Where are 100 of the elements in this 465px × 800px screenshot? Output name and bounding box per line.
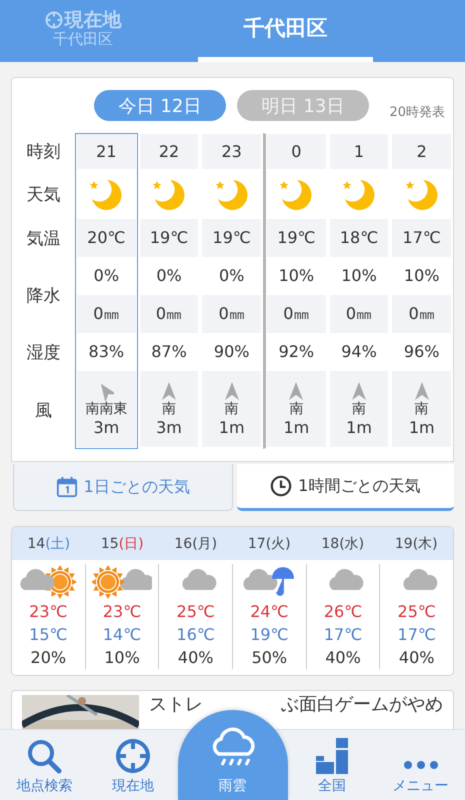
wind-speed: 1m [408, 418, 435, 437]
high-temperature: 23℃ [29, 601, 68, 623]
precip-amount: 0㎜ [346, 304, 372, 324]
temperature: 17℃ [402, 228, 441, 248]
day-tab[interactable]: 今日 12日 [94, 90, 226, 121]
precip-probability: 20% [30, 647, 66, 669]
search-icon [26, 738, 62, 774]
high-temperature: 25℃ [176, 601, 215, 623]
clock-icon [270, 475, 292, 497]
wind-direction: 南南東 [85, 400, 128, 418]
nav-button[interactable]: 地点検索 [0, 730, 89, 800]
low-temperature: 17℃ [398, 624, 436, 646]
nav-button[interactable]: 雨雲 [178, 710, 288, 800]
wind-arrow-icon [224, 380, 240, 401]
low-temperature: 14℃ [102, 624, 142, 646]
crosshair-icon [115, 738, 152, 774]
precip-probability: 0% [94, 266, 120, 286]
humidity: 94% [341, 342, 377, 362]
precip-amount: 0㎜ [156, 304, 182, 324]
hour-value: 0 [291, 142, 302, 161]
precip-amount: 0㎜ [408, 304, 435, 324]
low-temperature: 19℃ [250, 624, 289, 646]
nav-button[interactable]: 全国 [288, 730, 376, 800]
wind-direction: 南 [289, 400, 304, 418]
temperature: 19℃ [277, 228, 316, 248]
day-label: 15(日) [100, 534, 145, 554]
precip-amount: 0㎜ [283, 304, 310, 324]
wind-arrow-icon [414, 380, 430, 401]
wind-speed: 1m [283, 418, 310, 437]
day-label: 14(土) [26, 534, 72, 554]
temperature: 19℃ [150, 228, 188, 248]
wind-direction: 南 [414, 400, 429, 418]
precip-probability: 40% [325, 647, 361, 669]
issued-time: 20時発表 [389, 104, 445, 121]
map-blocks-icon [314, 738, 350, 774]
row-label: 降水 [26, 284, 62, 308]
hour-value: 1 [354, 142, 364, 161]
hour-value: 22 [158, 142, 180, 161]
hour-value: 23 [222, 142, 242, 161]
low-temperature: 15℃ [29, 624, 68, 646]
precip-probability: 0% [156, 266, 182, 286]
row-label: 風 [34, 400, 53, 422]
day-label: 18(水) [320, 534, 366, 554]
high-temperature: 24℃ [250, 601, 289, 623]
wind-direction: 南 [162, 400, 176, 418]
precip-probability: 10% [104, 647, 140, 669]
hour-column[interactable]: 22 19℃ 0% 0㎜ 87% 南 3m [138, 133, 200, 449]
high-temperature: 25℃ [398, 601, 436, 623]
temperature: 19℃ [212, 228, 251, 248]
calendar-icon [56, 476, 78, 498]
row-label: 天気 [26, 184, 62, 206]
hour-column[interactable]: 0 19℃ 10% 0㎜ 92% 南 1m [263, 133, 328, 449]
cloud-sun-icon [18, 564, 78, 600]
row-label: 気温 [26, 228, 62, 250]
hour-column[interactable]: 1 18℃ 10% 0㎜ 94% 南 1m [328, 133, 390, 449]
day-label: 17(火) [246, 534, 292, 554]
view-tab[interactable]: 1日ごとの天気 [13, 464, 232, 511]
high-temperature: 26℃ [324, 601, 362, 623]
day-label: 19(木) [394, 534, 439, 554]
precip-probability: 10% [278, 266, 314, 286]
hour-value: 21 [96, 142, 117, 161]
location-tab[interactable]: 千代田区 [198, 0, 373, 62]
humidity: 87% [151, 342, 187, 362]
wind-arrow-icon [351, 380, 368, 401]
precip-probability: 40% [398, 647, 434, 669]
nav-button[interactable]: 現在地 [88, 730, 178, 800]
wind-speed: 1m [218, 418, 245, 437]
precip-probability: 50% [252, 647, 288, 669]
ad-card[interactable]: ストレ ぶ面白ゲームがやめ [11, 690, 454, 729]
wind-arrow-icon [161, 380, 177, 401]
humidity: 90% [214, 342, 250, 362]
low-temperature: 17℃ [324, 624, 362, 646]
wind-direction: 南 [352, 400, 366, 418]
precip-amount: 0㎜ [93, 304, 120, 324]
humidity: 92% [278, 342, 314, 362]
hour-column[interactable]: 21 20℃ 0% 0㎜ 83% 南南東 3m [75, 133, 138, 449]
hour-value: 2 [416, 142, 427, 161]
row-label: 時刻 [26, 140, 62, 164]
view-tab[interactable]: 1時間ごとの天気 [236, 464, 454, 511]
wind-speed: 3m [93, 418, 120, 437]
day-label: 16(月) [173, 534, 218, 554]
temperature: 20℃ [87, 228, 126, 248]
wind-direction: 南 [224, 400, 239, 418]
hour-column[interactable]: 23 19℃ 0% 0㎜ 90% 南 1m [200, 133, 264, 449]
nav-button[interactable]: メニュー [376, 730, 465, 800]
precip-probability: 40% [178, 647, 214, 669]
wind-arrow-icon [288, 380, 304, 401]
hour-column[interactable]: 2 17℃ 10% 0㎜ 96% 南 1m [390, 133, 454, 449]
sun-cloud-icon [92, 564, 152, 600]
low-temperature: 16℃ [176, 624, 215, 646]
wind-speed: 1m [346, 418, 372, 437]
humidity: 96% [404, 342, 440, 362]
precip-probability: 10% [404, 266, 440, 286]
temperature: 18℃ [340, 228, 378, 248]
wind-speed: 3m [156, 418, 182, 437]
humidity: 83% [88, 342, 124, 362]
precip-amount: 0㎜ [218, 304, 245, 324]
crosshair-icon [44, 11, 62, 30]
row-label: 湿度 [26, 342, 62, 364]
high-temperature: 23℃ [102, 601, 142, 623]
